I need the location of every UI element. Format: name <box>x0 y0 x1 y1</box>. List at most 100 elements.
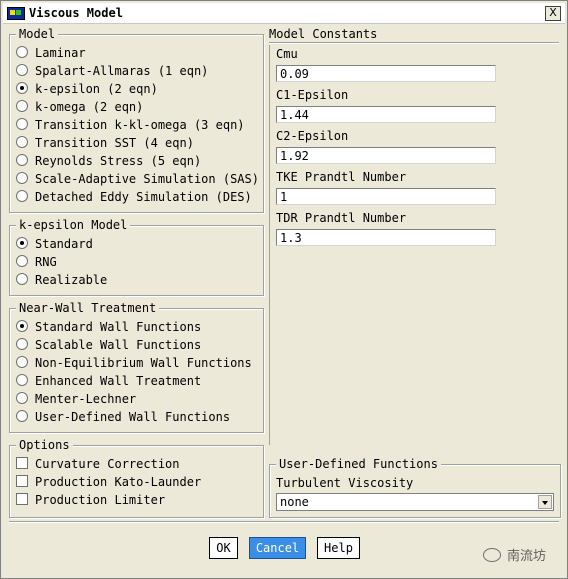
option-label: Scale-Adaptive Simulation (SAS) <box>35 172 259 186</box>
watermark-text: 南流坊 <box>507 549 547 564</box>
option-label: Curvature Correction <box>35 457 180 471</box>
model-option-k-epsilon[interactable]: k-epsilon (2 eqn) <box>16 80 158 98</box>
nearwall-option-scalable[interactable]: Scalable Wall Functions <box>16 336 201 354</box>
options-group: Options Curvature Correction Production … <box>9 438 264 518</box>
option-label: User-Defined Wall Functions <box>35 410 231 424</box>
near-wall-legend: Near-Wall Treatment <box>16 301 160 315</box>
model-option-sas[interactable]: Scale-Adaptive Simulation (SAS) <box>16 170 259 188</box>
model-option-spalart-allmaras[interactable]: Spalart-Allmaras (1 eqn) <box>16 62 208 80</box>
model-option-transition-sst[interactable]: Transition SST (4 eqn) <box>16 134 194 152</box>
nearwall-option-menter-lechner[interactable]: Menter-Lechner <box>16 390 136 408</box>
tke-prandtl-input[interactable]: 1 <box>276 188 496 205</box>
radio-icon[interactable] <box>16 356 28 368</box>
kepsilon-option-realizable[interactable]: Realizable <box>16 271 107 289</box>
radio-icon[interactable] <box>16 255 28 267</box>
radio-icon[interactable] <box>16 154 28 166</box>
model-constants-panel: Model Constants Cmu 0.09 C1-Epsilon 1.44… <box>267 27 559 447</box>
turbulent-viscosity-select[interactable]: none <box>276 493 554 511</box>
radio-icon[interactable] <box>16 338 28 350</box>
radio-selected-icon[interactable] <box>16 320 28 332</box>
cmu-input[interactable]: 0.09 <box>276 65 496 82</box>
chevron-down-icon[interactable] <box>538 495 552 509</box>
option-curvature-correction[interactable]: Curvature Correction <box>16 455 180 473</box>
option-label: Laminar <box>35 46 86 60</box>
radio-icon[interactable] <box>16 273 28 285</box>
button-divider <box>9 521 559 523</box>
wechat-icon <box>483 548 501 562</box>
c2-epsilon-label: C2-Epsilon <box>276 129 349 143</box>
option-label: Standard <box>35 237 93 251</box>
option-label: Detached Eddy Simulation (DES) <box>35 190 252 204</box>
option-label: Realizable <box>35 273 108 287</box>
model-option-transition-k-kl-omega[interactable]: Transition k-kl-omega (3 eqn) <box>16 116 245 134</box>
nearwall-option-non-equilibrium[interactable]: Non-Equilibrium Wall Functions <box>16 354 252 372</box>
viscous-model-dialog: Viscous Model X Model Laminar Spalart-Al… <box>0 0 568 579</box>
radio-icon[interactable] <box>16 190 28 202</box>
udf-legend: User-Defined Functions <box>276 457 441 471</box>
nearwall-option-user-defined[interactable]: User-Defined Wall Functions <box>16 408 230 426</box>
radio-icon[interactable] <box>16 392 28 404</box>
model-option-des[interactable]: Detached Eddy Simulation (DES) <box>16 188 252 206</box>
option-label: k-omega (2 eqn) <box>35 100 144 114</box>
nearwall-option-enhanced[interactable]: Enhanced Wall Treatment <box>16 372 201 390</box>
option-label: RNG <box>35 255 57 269</box>
c2-epsilon-input[interactable]: 1.92 <box>276 147 496 164</box>
radio-selected-icon[interactable] <box>16 82 28 94</box>
near-wall-treatment-group: Near-Wall Treatment Standard Wall Functi… <box>9 301 264 433</box>
option-label: Production Kato-Launder <box>35 475 202 489</box>
option-label: Transition k-kl-omega (3 eqn) <box>35 118 245 132</box>
option-label: k-epsilon (2 eqn) <box>35 82 158 96</box>
model-legend: Model <box>16 27 59 41</box>
select-value: none <box>280 495 309 509</box>
app-icon <box>7 7 25 20</box>
checkbox-icon[interactable] <box>16 457 28 469</box>
radio-icon[interactable] <box>16 136 28 148</box>
option-production-limiter[interactable]: Production Limiter <box>16 491 165 509</box>
model-option-k-omega[interactable]: k-omega (2 eqn) <box>16 98 143 116</box>
options-legend: Options <box>16 438 73 452</box>
model-constants-title: Model Constants <box>269 27 378 41</box>
tke-prandtl-label: TKE Prandtl Number <box>276 170 407 184</box>
radio-icon[interactable] <box>16 410 28 422</box>
c1-epsilon-label: C1-Epsilon <box>276 88 349 102</box>
close-button[interactable]: X <box>545 6 561 21</box>
checkbox-icon[interactable] <box>16 493 28 505</box>
radio-selected-icon[interactable] <box>16 237 28 249</box>
nearwall-option-standard[interactable]: Standard Wall Functions <box>16 318 201 336</box>
ok-button[interactable]: OK <box>209 537 238 559</box>
option-label: Spalart-Allmaras (1 eqn) <box>35 64 209 78</box>
title-bar[interactable]: Viscous Model X <box>3 3 565 24</box>
model-constants-list: Cmu 0.09 C1-Epsilon 1.44 C2-Epsilon 1.92… <box>269 45 560 445</box>
kepsilon-option-standard[interactable]: Standard <box>16 235 93 253</box>
option-production-kato-launder[interactable]: Production Kato-Launder <box>16 473 201 491</box>
option-label: Menter-Lechner <box>35 392 137 406</box>
radio-icon[interactable] <box>16 172 28 184</box>
k-epsilon-model-group: k-epsilon Model Standard RNG Realizable <box>9 218 264 296</box>
kepsilon-option-rng[interactable]: RNG <box>16 253 57 271</box>
model-option-reynolds-stress[interactable]: Reynolds Stress (5 eqn) <box>16 152 201 170</box>
option-label: Enhanced Wall Treatment <box>35 374 202 388</box>
model-group: Model Laminar Spalart-Allmaras (1 eqn) k… <box>9 27 264 213</box>
tdr-prandtl-label: TDR Prandtl Number <box>276 211 407 225</box>
help-button[interactable]: Help <box>317 537 360 559</box>
radio-icon[interactable] <box>16 46 28 58</box>
k-epsilon-legend: k-epsilon Model <box>16 218 131 232</box>
option-label: Standard Wall Functions <box>35 320 202 334</box>
checkbox-icon[interactable] <box>16 475 28 487</box>
model-option-laminar[interactable]: Laminar <box>16 44 86 62</box>
watermark: 南流坊 <box>483 545 546 564</box>
turbulent-viscosity-label: Turbulent Viscosity <box>276 476 414 490</box>
radio-icon[interactable] <box>16 100 28 112</box>
radio-icon[interactable] <box>16 374 28 386</box>
radio-icon[interactable] <box>16 64 28 76</box>
option-label: Non-Equilibrium Wall Functions <box>35 356 252 370</box>
cancel-button[interactable]: Cancel <box>249 537 306 559</box>
radio-icon[interactable] <box>16 118 28 130</box>
option-label: Reynolds Stress (5 eqn) <box>35 154 202 168</box>
c1-epsilon-input[interactable]: 1.44 <box>276 106 496 123</box>
tdr-prandtl-input[interactable]: 1.3 <box>276 229 496 246</box>
user-defined-functions-group: User-Defined Functions Turbulent Viscosi… <box>269 457 561 518</box>
option-label: Transition SST (4 eqn) <box>35 136 194 150</box>
model-constants-divider <box>269 42 559 44</box>
cmu-label: Cmu <box>276 47 298 61</box>
